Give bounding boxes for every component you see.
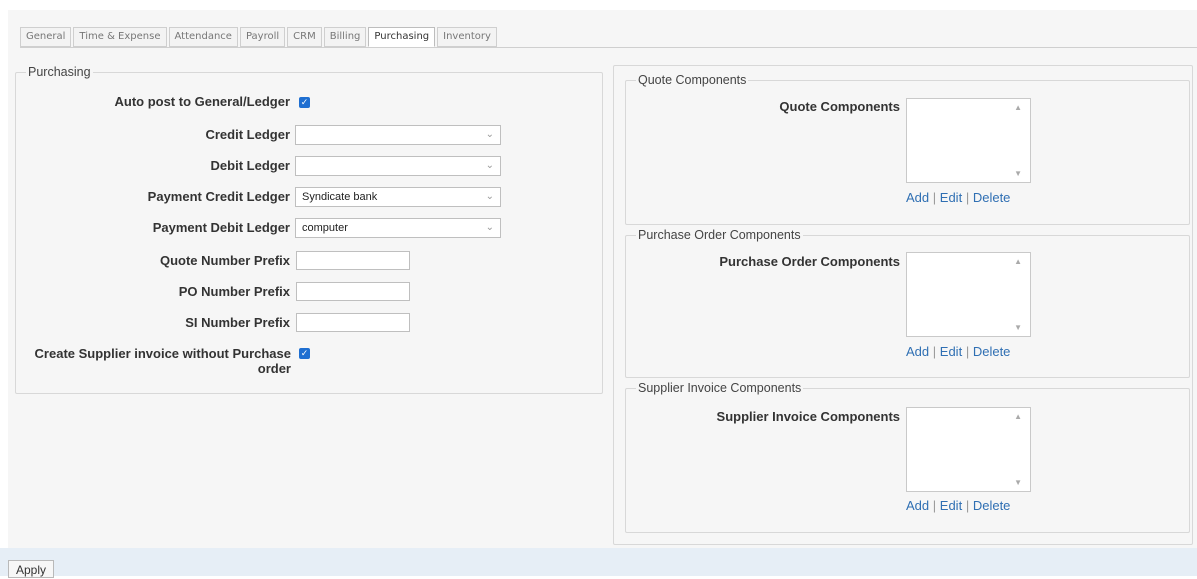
po-edit-link[interactable]: Edit (940, 344, 962, 359)
scroll-down-icon[interactable]: ▼ (1014, 323, 1022, 332)
create-si-label-line1: Create Supplier invoice without Purchase (34, 346, 291, 361)
credit-ledger-label: Credit Ledger (205, 127, 290, 142)
quote-components-label: Quote Components (779, 99, 900, 114)
scroll-up-icon[interactable]: ▲ (1014, 412, 1022, 421)
payment-credit-label: Payment Credit Ledger (147, 189, 290, 204)
po-prefix-label: PO Number Prefix (178, 284, 290, 299)
si-edit-link[interactable]: Edit (940, 498, 962, 513)
po-components-legend: Purchase Order Components (638, 228, 801, 242)
si-prefix-label: SI Number Prefix (185, 315, 290, 330)
po-prefix-input[interactable] (296, 282, 410, 301)
po-actions: Add | Edit | Delete (906, 344, 1011, 359)
tab-purchasing[interactable]: Purchasing (368, 27, 436, 47)
scroll-down-icon[interactable]: ▼ (1014, 478, 1022, 487)
create-si-checkbox[interactable]: ✓ (299, 348, 310, 359)
quote-edit-link[interactable]: Edit (940, 190, 962, 205)
tab-payroll[interactable]: Payroll (239, 27, 286, 47)
scroll-down-icon[interactable]: ▼ (1014, 169, 1022, 178)
scroll-up-icon[interactable]: ▲ (1014, 103, 1022, 112)
create-si-label: Create Supplier invoice without Purchase… (20, 346, 291, 376)
chevron-down-icon: ⌄ (485, 160, 494, 171)
quote-components-list[interactable]: ▲ ▼ (906, 98, 1031, 183)
tab-time-expense[interactable]: Time & Expense (73, 27, 167, 47)
tab-divider (20, 47, 1197, 48)
quote-prefix-label: Quote Number Prefix (159, 253, 290, 268)
scroll-up-icon[interactable]: ▲ (1014, 257, 1022, 266)
tab-inventory[interactable]: Inventory (437, 27, 497, 47)
tab-general[interactable]: General (20, 27, 72, 47)
apply-bar (0, 548, 1197, 576)
tab-crm[interactable]: CRM (287, 27, 322, 47)
si-actions: Add | Edit | Delete (906, 498, 1011, 513)
chevron-down-icon: ⌄ (485, 129, 494, 140)
debit-ledger-label: Debit Ledger (210, 158, 290, 173)
po-components-list[interactable]: ▲ ▼ (906, 252, 1031, 337)
si-delete-link[interactable]: Delete (973, 498, 1011, 513)
tab-attendance[interactable]: Attendance (168, 27, 238, 47)
credit-ledger-select[interactable]: ⌄ (295, 125, 501, 145)
purchasing-legend: Purchasing (28, 65, 91, 79)
payment-credit-value: Syndicate bank (302, 191, 378, 203)
payment-debit-label: Payment Debit Ledger (152, 220, 290, 235)
debit-ledger-select[interactable]: ⌄ (295, 156, 501, 176)
si-add-link[interactable]: Add (906, 498, 929, 513)
quote-delete-link[interactable]: Delete (973, 190, 1011, 205)
quote-components-legend: Quote Components (638, 73, 747, 87)
po-add-link[interactable]: Add (906, 344, 929, 359)
si-prefix-input[interactable] (296, 313, 410, 332)
auto-post-label: Auto post to General/Ledger (114, 94, 290, 109)
tab-bar: General Time & Expense Attendance Payrol… (20, 27, 497, 47)
payment-debit-select[interactable]: computer ⌄ (295, 218, 501, 238)
si-components-label: Supplier Invoice Components (716, 409, 900, 424)
payment-debit-value: computer (302, 222, 348, 234)
si-components-legend: Supplier Invoice Components (638, 381, 802, 395)
apply-button[interactable]: Apply (8, 560, 55, 578)
quote-add-link[interactable]: Add (906, 190, 929, 205)
si-components-list[interactable]: ▲ ▼ (906, 407, 1031, 492)
po-delete-link[interactable]: Delete (973, 344, 1011, 359)
chevron-down-icon: ⌄ (485, 222, 494, 233)
create-si-label-line2: order (257, 361, 291, 376)
auto-post-checkbox[interactable]: ✓ (299, 97, 310, 108)
quote-actions: Add | Edit | Delete (906, 190, 1011, 205)
quote-prefix-input[interactable] (296, 251, 410, 270)
chevron-down-icon: ⌄ (485, 191, 494, 202)
tab-billing[interactable]: Billing (323, 27, 367, 47)
po-components-label: Purchase Order Components (719, 254, 900, 269)
payment-credit-select[interactable]: Syndicate bank ⌄ (295, 187, 501, 207)
